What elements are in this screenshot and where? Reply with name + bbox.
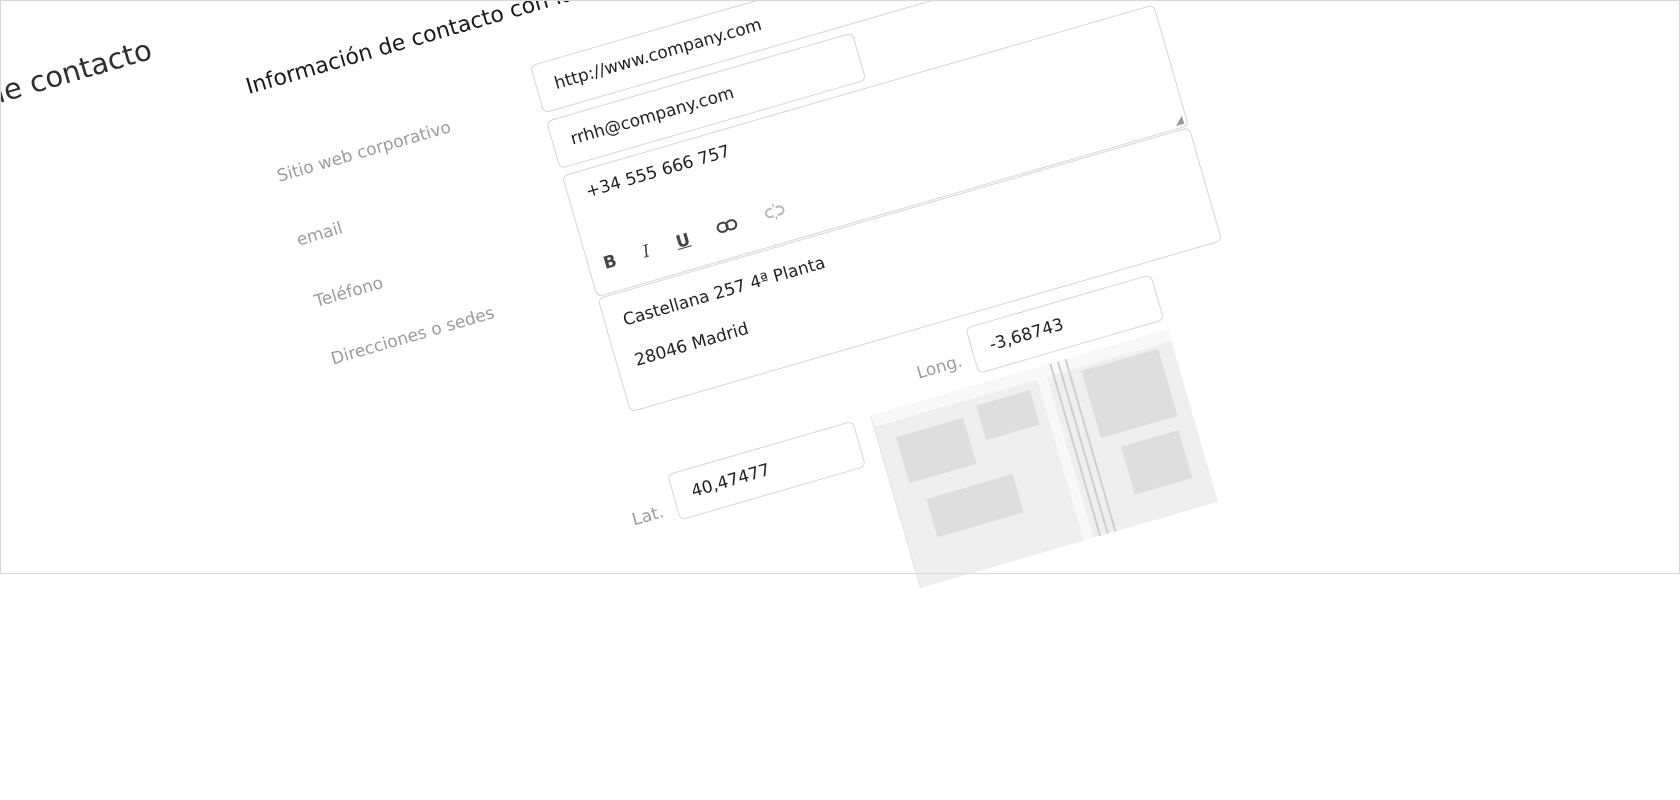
address-label: Direcciones o sedes — [328, 303, 497, 370]
latitude-input[interactable]: 40,47477 — [667, 420, 867, 521]
map-building — [976, 390, 1040, 441]
phone-label: Teléfono — [312, 273, 386, 312]
map-building — [926, 474, 1024, 538]
longitude-value: -3,68743 — [987, 314, 1067, 356]
latitude-label: Lat. — [629, 502, 667, 531]
latitude-value: 40,47477 — [689, 460, 773, 502]
contact-info-page: de contacto Información de contacto con … — [0, 0, 1680, 589]
link-icon — [716, 218, 737, 233]
website-label: Sitio web corporativo — [274, 117, 454, 187]
map-building — [896, 417, 977, 484]
underline-button[interactable]: U — [674, 229, 693, 252]
longitude-label: Long. — [914, 351, 965, 384]
email-label: email — [294, 218, 345, 251]
page-title: de contacto — [0, 32, 156, 113]
resize-handle-icon[interactable]: ◢ — [1173, 113, 1185, 128]
italic-button[interactable]: I — [640, 241, 652, 262]
map-building — [1121, 430, 1193, 495]
